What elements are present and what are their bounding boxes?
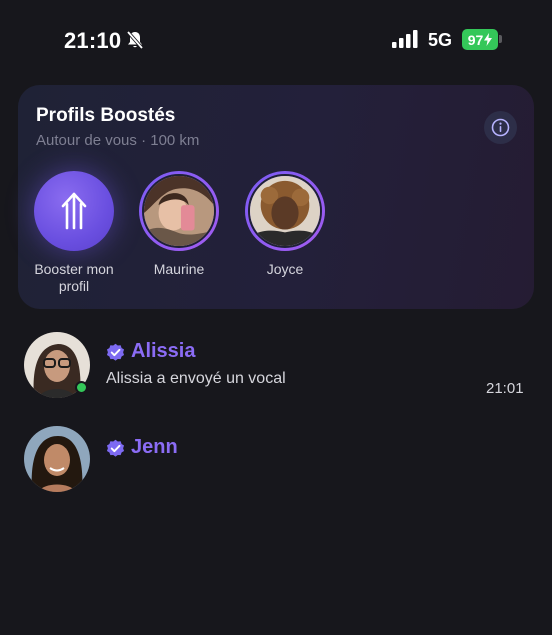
chat-row-jenn[interactable]: Jenn [0, 422, 552, 502]
story-maurine[interactable]: Maurine [134, 171, 224, 278]
bell-muted-icon [126, 30, 144, 50]
card-title: Profils Boostés [36, 105, 176, 126]
avatar-jenn[interactable] [24, 426, 90, 492]
status-time: 21:10 [64, 28, 122, 53]
boost-arrow-icon [61, 192, 87, 230]
chat-name: Alissia [131, 340, 196, 362]
battery-cap [499, 35, 502, 43]
story-ring [245, 171, 325, 251]
chat-name: Jenn [131, 436, 178, 458]
charging-bolt-icon [484, 33, 493, 46]
verified-badge-icon [106, 343, 125, 361]
battery-level: 97 [467, 31, 484, 48]
boost-profile-button[interactable]: Booster mon profil [26, 171, 122, 295]
status-bar: 21:10 5G 97 [0, 0, 552, 82]
online-status-dot [75, 381, 88, 394]
story-label-joyce: Joyce [266, 261, 304, 277]
card-subtitle: Autour de vous · 100 km [36, 132, 200, 149]
verified-badge-icon [106, 439, 125, 457]
chat-preview: Alissia a envoyé un vocal [106, 370, 286, 387]
battery-indicator: 97 [462, 29, 498, 50]
chat-row-alissia[interactable]: Alissia Alissia a envoyé un vocal 21:01 [0, 326, 552, 406]
boosted-profiles-card: Profils Boostés Autour de vous · 100 km … [18, 85, 534, 309]
boost-circle[interactable] [34, 171, 114, 251]
network-type: 5G [428, 30, 453, 50]
boost-profile-label: Booster mon profil [34, 261, 114, 294]
avatar-joyce[interactable] [248, 174, 322, 248]
signal-icon [392, 30, 418, 48]
info-button[interactable] [484, 111, 517, 144]
chat-time: 21:01 [486, 380, 524, 397]
story-joyce[interactable]: Joyce [240, 171, 330, 278]
info-icon [491, 118, 510, 137]
avatar-maurine[interactable] [142, 174, 216, 248]
story-ring [139, 171, 219, 251]
story-label-maurine: Maurine [153, 261, 205, 277]
